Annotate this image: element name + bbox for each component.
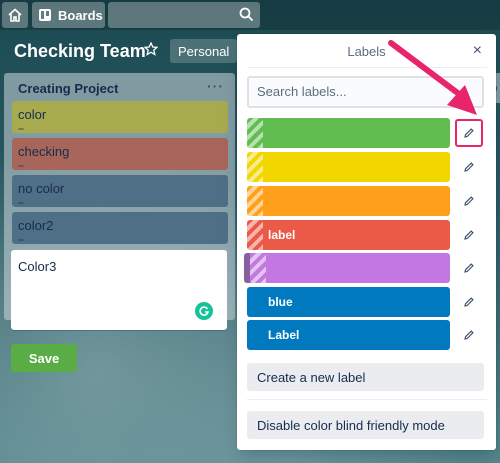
save-button[interactable]: Save: [11, 344, 77, 372]
card[interactable]: color2: [12, 212, 228, 244]
card-composer-textarea[interactable]: Color3: [11, 250, 227, 330]
edit-label-button[interactable]: [455, 321, 483, 349]
color-blind-pattern: [247, 118, 263, 148]
divider: [247, 399, 487, 400]
grammarly-icon[interactable]: [195, 302, 213, 320]
card-title: checking: [18, 144, 70, 159]
search-icon: [239, 7, 254, 22]
card[interactable]: checking: [12, 138, 228, 170]
label-blue-2[interactable]: Label: [247, 320, 450, 350]
board-search-input[interactable]: [108, 2, 260, 28]
board-title[interactable]: Checking Team: [14, 41, 146, 62]
card-title: no color: [18, 181, 65, 196]
star-icon[interactable]: [144, 42, 158, 56]
label-orange[interactable]: [247, 186, 450, 216]
label-purple[interactable]: [244, 253, 450, 283]
visibility-button[interactable]: Personal: [170, 39, 238, 63]
edit-label-button[interactable]: [455, 288, 483, 316]
color-blind-pattern: [247, 220, 263, 250]
label-yellow[interactable]: [247, 152, 450, 182]
disable-color-blind-button[interactable]: Disable color blind friendly mode: [247, 411, 484, 439]
label-name: Label: [268, 328, 300, 342]
edit-label-button[interactable]: [455, 254, 483, 282]
edit-label-button[interactable]: [455, 221, 483, 249]
top-nav-bar: Boards: [0, 0, 500, 30]
boards-label: Boards: [58, 7, 103, 23]
boards-icon: [39, 9, 51, 21]
card-label-bar: [18, 202, 24, 204]
annotation-arrow-icon: [388, 40, 477, 115]
label-name: blue: [268, 295, 293, 309]
label-blue[interactable]: blue: [247, 287, 450, 317]
color-blind-pattern: [247, 186, 263, 216]
color-blind-pattern: [250, 253, 266, 283]
pencil-icon: [464, 263, 474, 273]
card-label-bar: [18, 128, 24, 130]
pencil-icon: [464, 128, 474, 138]
list-menu-button[interactable]: ···: [207, 78, 224, 94]
pencil-icon: [464, 162, 474, 172]
pencil-icon: [464, 330, 474, 340]
edit-label-button[interactable]: [455, 187, 483, 215]
pencil-icon: [464, 196, 474, 206]
boards-button[interactable]: Boards: [32, 2, 105, 28]
pencil-icon: [464, 297, 474, 307]
card-title: color2: [18, 218, 54, 233]
card[interactable]: no color: [12, 175, 228, 207]
home-icon: [8, 8, 22, 22]
label-red[interactable]: label: [247, 220, 450, 250]
home-button[interactable]: [2, 2, 28, 28]
card-title: color: [18, 107, 47, 122]
card-label-bar: [18, 239, 24, 241]
label-name: label: [268, 228, 296, 242]
list-title[interactable]: Creating Project: [18, 81, 118, 96]
pencil-icon: [464, 230, 474, 240]
create-label-button[interactable]: Create a new label: [247, 363, 484, 391]
card[interactable]: color: [12, 101, 228, 133]
card-label-bar: [18, 165, 24, 167]
color-blind-pattern: [247, 152, 263, 182]
composer-text: Color3: [18, 259, 57, 274]
edit-label-button[interactable]: [455, 153, 483, 181]
